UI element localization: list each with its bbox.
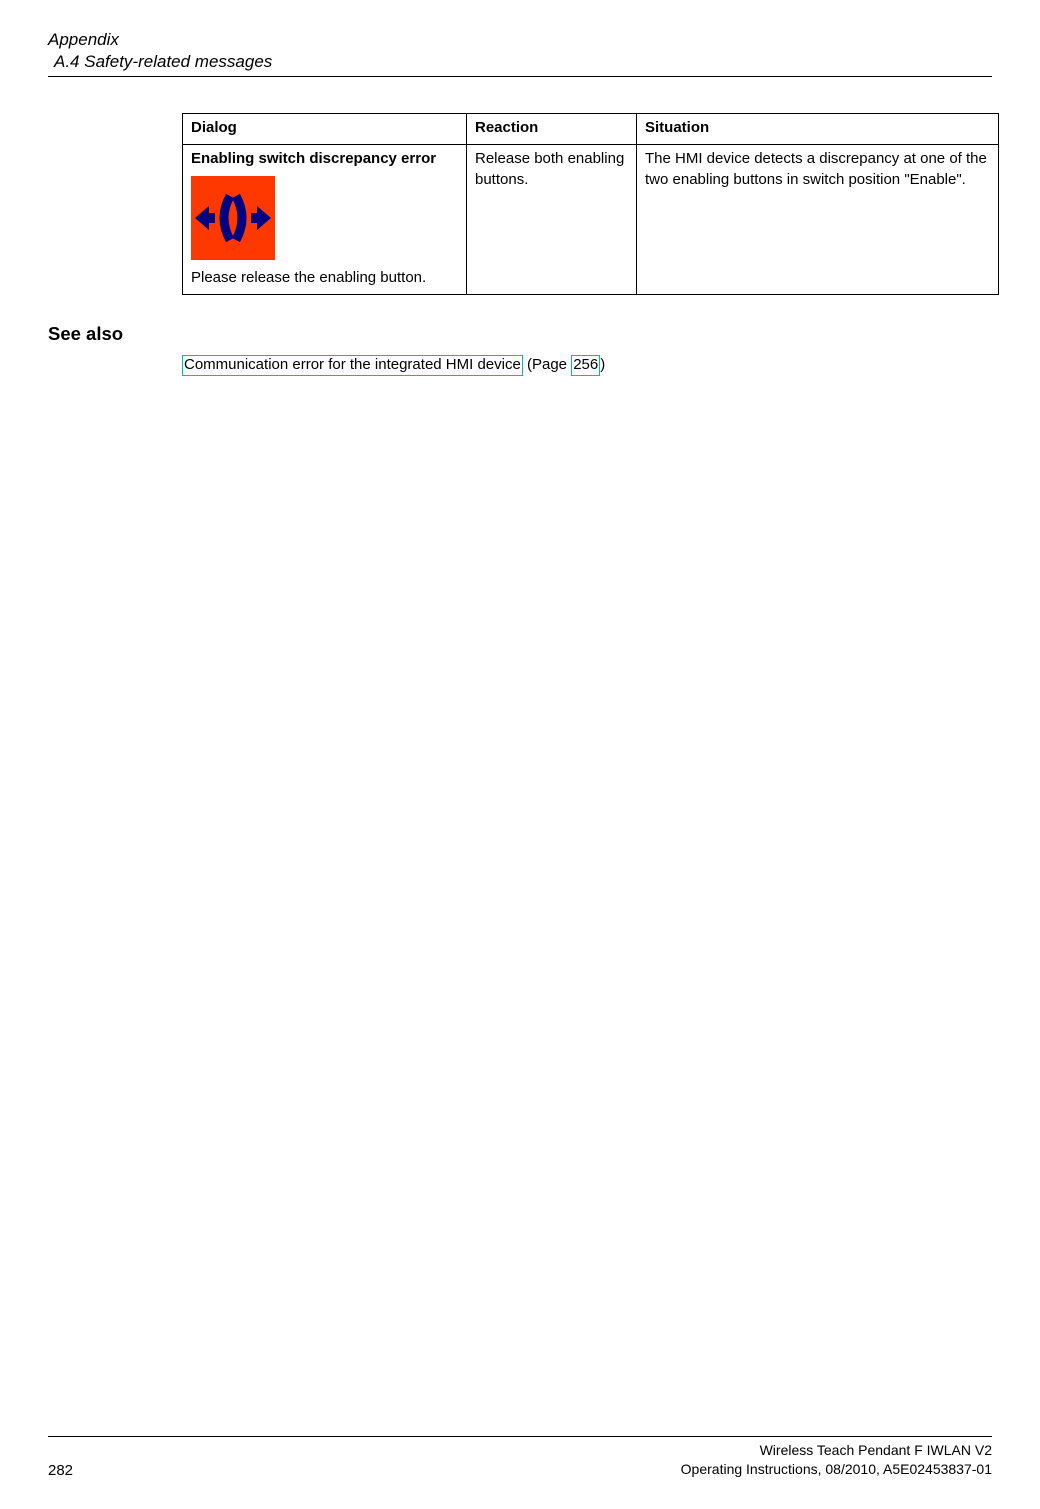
- messages-table: Dialog Reaction Situation Enabling switc…: [182, 113, 999, 295]
- see-also-link[interactable]: Communication error for the integrated H…: [182, 355, 523, 376]
- footer-doc-title: Wireless Teach Pendant F IWLAN V2: [681, 1441, 992, 1460]
- cell-situation: The HMI device detects a discrepancy at …: [637, 145, 999, 295]
- footer-page-number: 282: [48, 1462, 73, 1479]
- header-section-title: A.4 Safety-related messages: [54, 52, 992, 72]
- header-appendix: Appendix: [48, 30, 992, 50]
- see-also-heading: See also: [48, 323, 992, 345]
- page-header: Appendix A.4 Safety-related messages: [48, 30, 992, 77]
- table-header-row: Dialog Reaction Situation: [183, 114, 999, 145]
- cell-reaction: Release both enabling buttons.: [467, 145, 637, 295]
- see-also-line: Communication error for the integrated H…: [182, 355, 992, 376]
- column-header-reaction: Reaction: [467, 114, 637, 145]
- see-also-open-paren: (Page: [523, 356, 571, 373]
- see-also-close-paren: ): [600, 356, 605, 373]
- header-rule: [48, 76, 992, 77]
- enabling-switch-discrepancy-icon: [191, 176, 275, 260]
- column-header-situation: Situation: [637, 114, 999, 145]
- footer-rule: [48, 1436, 992, 1437]
- cell-dialog: Enabling switch discrepancy error: [183, 145, 467, 295]
- footer-doc-info: Wireless Teach Pendant F IWLAN V2 Operat…: [681, 1441, 992, 1479]
- column-header-dialog: Dialog: [183, 114, 467, 145]
- see-also-page-link[interactable]: 256: [571, 355, 600, 376]
- page-footer: 282 Wireless Teach Pendant F IWLAN V2 Op…: [48, 1436, 992, 1479]
- table-row: Enabling switch discrepancy error: [183, 145, 999, 295]
- dialog-title: Enabling switch discrepancy error: [191, 149, 458, 169]
- content-body: Dialog Reaction Situation Enabling switc…: [182, 113, 992, 295]
- footer-doc-meta: Operating Instructions, 08/2010, A5E0245…: [681, 1460, 992, 1479]
- dialog-instruction: Please release the enabling button.: [191, 268, 458, 288]
